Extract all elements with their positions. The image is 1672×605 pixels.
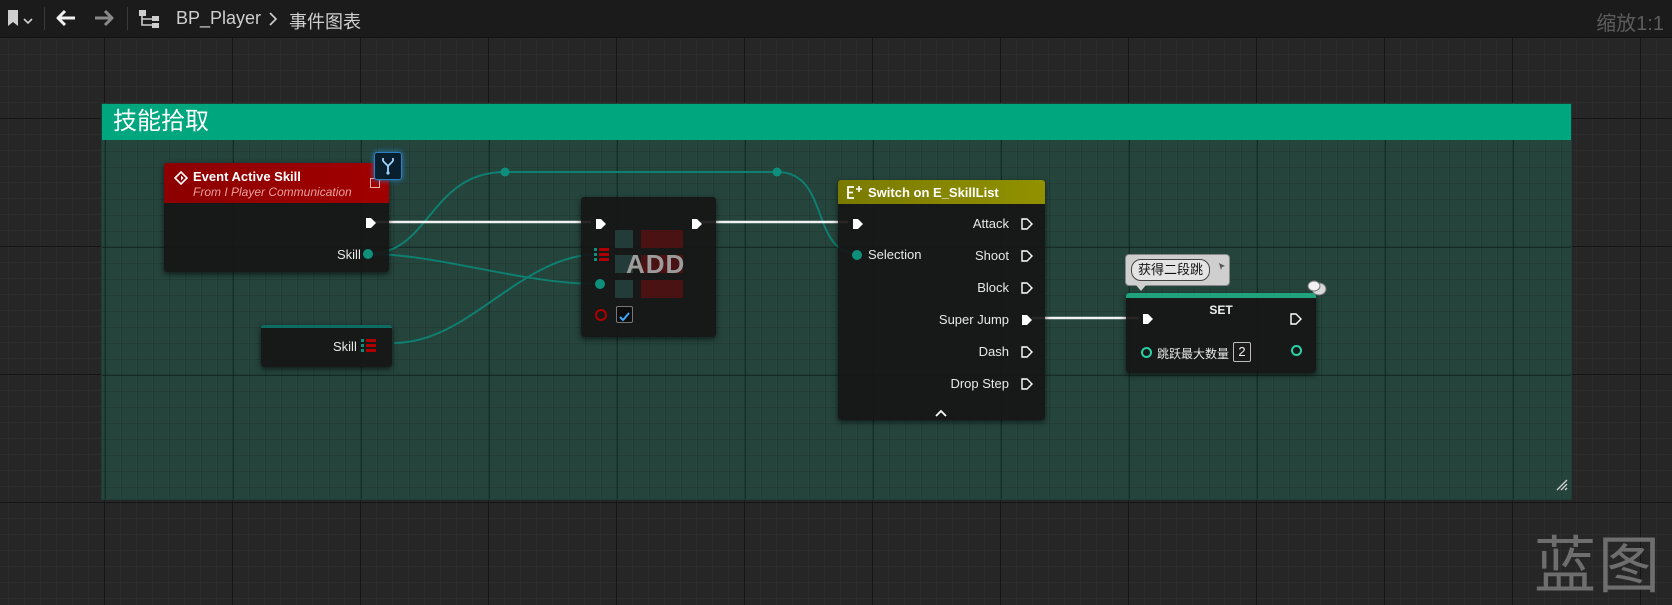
wire-array-to-add: [393, 253, 601, 344]
exec-in-pin-icon[interactable]: [595, 217, 607, 235]
switch-output-dash: Dash: [978, 344, 1009, 359]
wire-skill-to-add: [368, 253, 601, 285]
blueprint-watermark: 蓝图: [1534, 529, 1663, 602]
switch-output-attack: Attack: [972, 216, 1009, 231]
array-pin-icon[interactable]: [361, 338, 377, 359]
exec-out-pin-icon[interactable]: [365, 216, 377, 234]
set-node-title: SET: [1209, 303, 1233, 317]
item-input-pin-icon[interactable]: [595, 279, 605, 289]
interface-fork-icon: [380, 157, 396, 180]
selection-input-pin-icon[interactable]: [852, 250, 862, 260]
event-node-subtitle: From I Player Communication: [193, 185, 352, 199]
set-variable-node[interactable]: SET 跳跃最大数量 2: [1126, 293, 1316, 373]
node-comment-text: 获得二段跳: [1131, 259, 1211, 281]
reroute-knot: [500, 167, 510, 177]
set-value-input[interactable]: 2: [1233, 342, 1251, 362]
array-pin-icon[interactable]: [594, 247, 610, 268]
selection-input-label: Selection: [868, 247, 922, 262]
switch-output-drop-step: Drop Step: [950, 376, 1009, 391]
switch-output-block: Block: [977, 280, 1009, 295]
event-diamond-icon: [173, 170, 189, 190]
checkmark-icon: [619, 309, 630, 327]
switch-output-super-jump: Super Jump: [938, 312, 1009, 327]
bubble-tail: [1136, 285, 1146, 291]
exec-out-pin-icon[interactable]: [1021, 313, 1033, 331]
exec-out-pin-icon[interactable]: [691, 217, 703, 235]
add-node-grid-cell: [615, 230, 633, 248]
unique-checkbox[interactable]: [616, 306, 633, 323]
node-comment-bubble[interactable]: 获得二段跳: [1125, 254, 1230, 291]
bool-input-pin-icon[interactable]: [595, 309, 607, 321]
exec-out-pin-icon[interactable]: [1021, 217, 1033, 235]
collapse-chevron-icon[interactable]: [935, 404, 947, 422]
int-input-pin-icon[interactable]: [1141, 347, 1152, 358]
graph-wires: [368, 167, 1139, 344]
set-variable-label: 跳跃最大数量: [1157, 347, 1230, 361]
exec-out-pin-icon[interactable]: [1290, 312, 1302, 330]
switch-enum-icon: [846, 184, 864, 205]
reroute-knot: [772, 167, 782, 177]
event-node-title: Event Active Skill: [193, 169, 301, 184]
exec-out-pin-icon[interactable]: [1021, 281, 1033, 299]
skill-variable-label: Skill: [333, 339, 357, 354]
interface-event-badge: [374, 152, 402, 180]
int-output-pin-icon[interactable]: [1291, 345, 1302, 356]
exec-out-pin-icon[interactable]: [1021, 345, 1033, 363]
skill-output-pin-icon[interactable]: [363, 249, 373, 259]
event-active-skill-node[interactable]: Event Active Skill From I Player Communi…: [164, 163, 389, 272]
pin-icon[interactable]: [1217, 258, 1226, 276]
set-node-header: [1126, 293, 1316, 298]
exec-out-pin-icon[interactable]: [1021, 377, 1033, 395]
switch-output-shoot: Shoot: [975, 248, 1009, 263]
skill-output-label: Skill: [337, 247, 361, 262]
add-node-grid-cell: [641, 280, 683, 298]
exec-in-pin-icon[interactable]: [852, 217, 864, 235]
comment-bubble-toggle-icon[interactable]: [1307, 280, 1327, 301]
add-node-grid-cell: [641, 230, 683, 248]
add-node-grid-cell: [615, 280, 633, 298]
switch-on-enum-node[interactable]: Switch on E_SkillList Selection Attack S…: [838, 180, 1045, 420]
add-node-title: ADD: [626, 249, 686, 279]
skill-array-variable-node[interactable]: Skill: [261, 325, 392, 367]
exec-out-pin-icon[interactable]: [1021, 249, 1033, 267]
switch-node-title: Switch on E_SkillList: [868, 185, 999, 200]
exec-in-pin-icon[interactable]: [1142, 312, 1154, 330]
